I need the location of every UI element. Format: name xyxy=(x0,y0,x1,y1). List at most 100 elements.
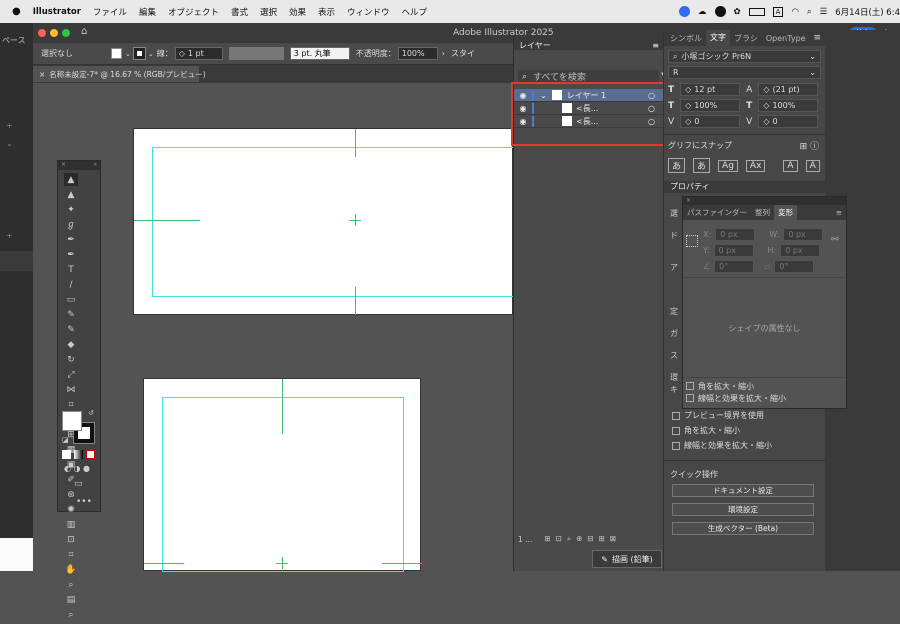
document-setup-button[interactable]: ドキュメント設定 xyxy=(672,484,814,497)
rectangle-tool-icon[interactable]: ▭ xyxy=(64,293,78,306)
print-tiling-tool-icon[interactable]: ▤ xyxy=(64,593,78,606)
kerning-field[interactable]: ◇ 0 xyxy=(680,115,741,128)
menu-help[interactable]: ヘルプ xyxy=(402,6,428,18)
type-tool-icon[interactable]: T xyxy=(64,263,78,276)
menu-object[interactable]: オブジェクト xyxy=(168,6,219,18)
shaper-tool-icon[interactable]: ✎ xyxy=(64,323,78,336)
wifi-icon[interactable]: ◠ xyxy=(791,7,798,17)
snap-proximity-icon[interactable]: Ax xyxy=(745,159,766,172)
curvature-tool-icon[interactable]: ✒ xyxy=(64,248,78,261)
app-menu[interactable]: Illustrator xyxy=(33,7,81,17)
close-window-button[interactable] xyxy=(38,29,46,37)
variable-width-profile[interactable] xyxy=(228,47,284,60)
snap-xheight-icon[interactable]: あ xyxy=(693,158,711,173)
snap-baseline-icon[interactable]: あ xyxy=(668,158,686,173)
font-size-field[interactable]: ◇ 12 pt xyxy=(680,83,741,96)
control-center-icon[interactable]: ☰ xyxy=(820,7,828,17)
screen-mode-icon[interactable]: ▭ xyxy=(74,479,83,489)
rotate-tool-icon[interactable]: ↻ xyxy=(64,353,78,366)
snap-anchor-icon[interactable]: A xyxy=(805,159,820,172)
more-tools-icon[interactable]: ••• xyxy=(76,497,92,507)
minimize-window-button[interactable] xyxy=(50,29,58,37)
artboard-2[interactable] xyxy=(143,378,422,572)
stroke-dropdown-icon[interactable]: ⌄ xyxy=(148,50,154,58)
gradient-icon[interactable] xyxy=(74,450,83,459)
snap-glyph-bounds-icon[interactable]: Ag xyxy=(718,159,738,172)
y-field[interactable]: 0 px xyxy=(713,244,754,257)
leading-field[interactable]: ◇ (21 pt) xyxy=(758,83,819,96)
footer-icons[interactable]: ⊞⊡⌕⊕⊟⊞⊠ xyxy=(544,534,621,544)
generative-vector-button[interactable]: 生成ベクター (Beta) xyxy=(672,522,814,535)
shear-field[interactable]: 0° xyxy=(774,260,815,273)
font-family-dropdown[interactable]: ⌕ 小塚ゴシック Pr6N ⌄ xyxy=(668,50,821,63)
line-segment-tool-icon[interactable]: / xyxy=(64,278,78,291)
line-icon[interactable] xyxy=(714,6,726,17)
clock[interactable]: 6月14日(土) 6:4 xyxy=(835,6,900,18)
opacity-label[interactable]: 不透明度： xyxy=(356,48,396,59)
panel-menu-icon[interactable]: ≡ xyxy=(652,41,659,50)
tab-symbol[interactable]: シンボル xyxy=(666,33,706,44)
tab-character[interactable]: 文字 xyxy=(706,30,730,46)
reference-point-icon[interactable] xyxy=(686,235,698,247)
plus-icon[interactable]: + xyxy=(6,121,13,130)
width-tool-icon[interactable]: ⋈ xyxy=(64,383,78,396)
selection-tool-icon[interactable]: ▲ xyxy=(64,173,78,186)
scale-tool-icon[interactable]: ⤢ xyxy=(64,368,78,381)
document-tab[interactable]: × 名称未設定-7* @ 16.67 % (RGB/プレビュー) xyxy=(33,66,206,82)
opacity-arrow-icon[interactable]: › xyxy=(442,49,445,58)
fill-swatch[interactable] xyxy=(111,48,122,59)
panel-menu-icon[interactable]: ≡ xyxy=(836,208,842,217)
h-field[interactable]: 0 px xyxy=(780,244,821,257)
fill-color-swatch[interactable] xyxy=(62,411,82,431)
artboard-1[interactable] xyxy=(133,128,514,315)
default-colors-icon[interactable]: ◪ xyxy=(62,436,69,444)
tab-transform[interactable]: 変形 xyxy=(774,205,797,220)
constrain-link-icon[interactable]: ⚯ xyxy=(831,235,839,245)
pinwheel-icon[interactable]: ✿ xyxy=(734,7,741,17)
menu-window[interactable]: ウィンドウ xyxy=(347,6,390,18)
snap-options-icon[interactable]: ⊞ ⓘ xyxy=(800,139,819,152)
home-icon[interactable]: ⌂ xyxy=(81,26,87,37)
scale-corners-checkbox[interactable]: 角を拡大・縮小 xyxy=(686,380,786,392)
horizontal-scale-field[interactable]: ◇ 100% xyxy=(758,99,819,112)
use-preview-bounds-checkbox[interactable]: プレビュー境界を使用 xyxy=(672,408,772,423)
direct-selection-tool-icon[interactable]: ▲ xyxy=(64,188,78,201)
menu-file[interactable]: ファイル xyxy=(93,6,127,18)
draw-mode-button[interactable]: ✎ 描画 (鉛筆) xyxy=(592,550,662,568)
preferences-button[interactable]: 環境設定 xyxy=(672,503,814,516)
zoom-tool-icon[interactable]: ⌕ xyxy=(64,578,78,591)
swap-fill-stroke-icon[interactable]: ↺ xyxy=(88,409,94,417)
stroke-weight-field[interactable]: ◇ 1 pt xyxy=(174,47,223,60)
x-field[interactable]: 0 px xyxy=(715,228,756,241)
tab-opentype[interactable]: OpenType xyxy=(762,34,810,43)
paintbrush-tool-icon[interactable]: ✎ xyxy=(64,308,78,321)
battery-icon[interactable] xyxy=(748,7,765,16)
fill-dropdown-icon[interactable]: ⌄ xyxy=(125,50,131,58)
slice-tool-icon[interactable]: ⌗ xyxy=(64,548,78,561)
menu-effect[interactable]: 効果 xyxy=(289,6,306,18)
transform-panel-header[interactable]: × xyxy=(683,197,846,205)
menu-type[interactable]: 書式 xyxy=(231,6,248,18)
draw-mode-icon[interactable]: ◐ ◑ ● xyxy=(64,464,90,473)
tab-brush[interactable]: ブラシ xyxy=(730,33,762,44)
cloud-icon[interactable]: ☁ xyxy=(698,7,707,17)
magic-wand-tool-icon[interactable]: ✦ xyxy=(64,203,78,216)
snap-angular-icon[interactable]: A xyxy=(783,159,798,172)
eraser-tool-icon[interactable]: ◆ xyxy=(64,338,78,351)
opacity-field[interactable]: 100% xyxy=(397,47,438,60)
column-graph-tool-icon[interactable]: ▥ xyxy=(64,518,78,531)
tab-pathfinder[interactable]: パスファインダー xyxy=(683,207,751,218)
color-icon[interactable] xyxy=(62,450,71,459)
none-icon[interactable] xyxy=(86,450,95,459)
lasso-tool-icon[interactable]: ℊ xyxy=(64,218,78,231)
properties-tab[interactable]: プロパティ xyxy=(670,182,710,191)
tracking-field[interactable]: ◇ 0 xyxy=(758,115,819,128)
zoom-tool-icon-2[interactable]: ⌕ xyxy=(64,608,78,621)
brush-field[interactable]: 3 pt. 丸筆 xyxy=(289,47,350,60)
angle-field[interactable]: 0° xyxy=(714,260,755,273)
font-style-dropdown[interactable]: R ⌄ xyxy=(668,66,821,79)
layers-tab[interactable]: レイヤー xyxy=(519,40,551,51)
input-source-icon[interactable]: A xyxy=(772,6,784,17)
stroke-swatch[interactable] xyxy=(132,47,146,60)
tools-panel-header[interactable]: × « xyxy=(58,161,100,170)
